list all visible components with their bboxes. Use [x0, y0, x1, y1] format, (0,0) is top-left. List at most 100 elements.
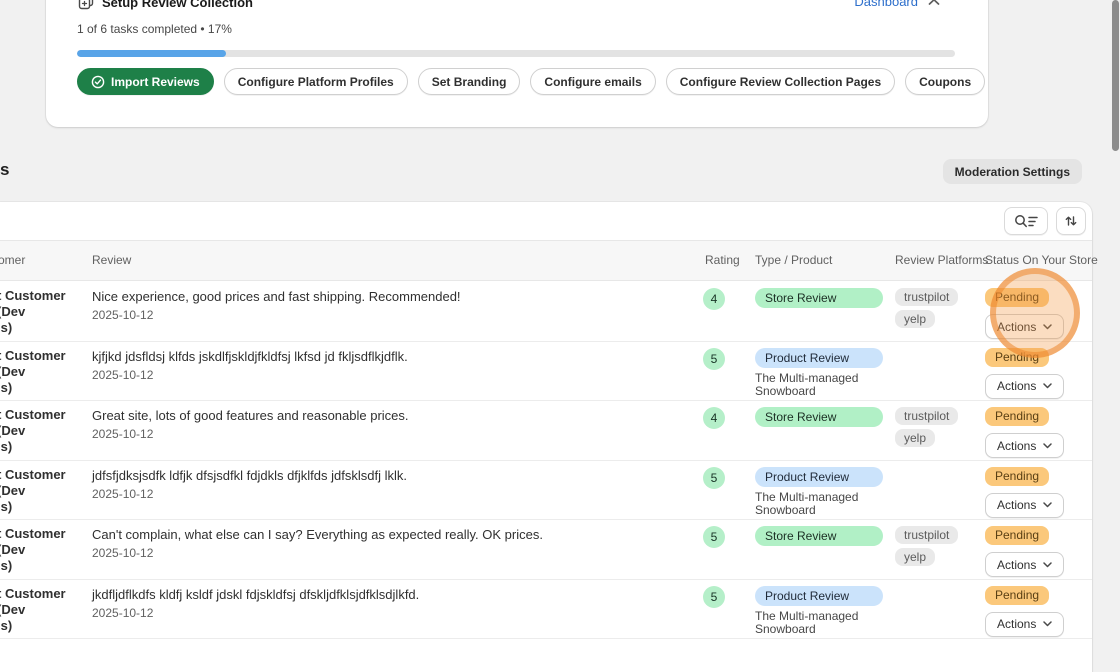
customer-cell: t Customer (Dev ls) @quillmedia.co.uk [0, 342, 86, 401]
table-row: t Customer (Dev ls) @quillmedia.co.uk kj… [0, 342, 1092, 402]
configure-review-collection-pages-button[interactable]: Configure Review Collection Pages [666, 68, 895, 95]
platform-badge: yelp [895, 429, 935, 447]
actions-button[interactable]: Actions [985, 493, 1064, 518]
actions-button-label: Actions [997, 558, 1036, 572]
status-cell: Pending Actions [985, 586, 1085, 637]
platform-badge: trustpilot [895, 288, 958, 306]
actions-button[interactable]: Actions [985, 552, 1064, 577]
customer-name-line2: ls) [0, 380, 86, 396]
type-product-cell: Store Review [755, 288, 890, 308]
customer-name-line1: t Customer (Dev [0, 407, 86, 439]
review-cell: Great site, lots of good features and re… [92, 401, 692, 441]
type-product-cell: Store Review [755, 526, 890, 546]
customer-name-line2: ls) [0, 558, 86, 574]
customer-cell: t Customer (Dev ls) @quillmedia.co.uk [0, 282, 86, 341]
chevron-down-icon [1043, 621, 1052, 627]
customer-name-line2: ls) [0, 320, 86, 336]
rating-cell: 5 [703, 467, 725, 489]
configure-platform-profiles-button[interactable]: Configure Platform Profiles [224, 68, 408, 95]
customer-email: @quillmedia.co.uk [0, 339, 86, 341]
review-type-badge: Store Review [755, 407, 883, 427]
actions-button-label: Actions [997, 498, 1036, 512]
setup-progress-text: 1 of 6 tasks completed • 17% [77, 22, 232, 36]
status-badge: Pending [985, 407, 1049, 426]
platform-badge: yelp [895, 310, 935, 328]
review-type-badge: Store Review [755, 526, 883, 546]
table-row: t Customer (Dev ls) @quillmedia.co.uk Gr… [0, 401, 1092, 461]
customer-cell: t Customer (Dev ls) @quillmedia.co.uk [0, 520, 86, 579]
actions-button[interactable]: Actions [985, 612, 1064, 637]
type-product-cell: Product Review The Multi-managed Snowboa… [755, 348, 890, 399]
chevron-down-icon [1043, 324, 1052, 330]
status-badge: Pending [985, 467, 1049, 486]
status-cell: Pending Actions [985, 288, 1085, 339]
vertical-scrollbar-thumb[interactable] [1112, 0, 1119, 151]
table-row: t Customer (Dev ls) @quillmedia.co.uk jd… [0, 461, 1092, 521]
sort-button[interactable] [1056, 207, 1086, 235]
type-product-cell: Product Review The Multi-managed Snowboa… [755, 467, 890, 518]
status-cell: Pending Actions [985, 407, 1085, 458]
review-cell: kjfjkd jdsfldsj klfds jskdlfjskldjfkldfs… [92, 342, 692, 382]
review-text: Nice experience, good prices and fast sh… [92, 289, 692, 304]
customer-email: @quillmedia.co.uk [0, 518, 86, 520]
review-date: 2025-10-12 [92, 546, 692, 560]
actions-button-label: Actions [997, 439, 1036, 453]
review-cell: Can't complain, what else can I say? Eve… [92, 520, 692, 560]
status-badge: Pending [985, 348, 1049, 367]
actions-button[interactable]: Actions [985, 314, 1064, 339]
column-header-review-platforms: Review Platforms [895, 241, 988, 280]
actions-button-label: Actions [997, 617, 1036, 631]
dashboard-link[interactable]: Dashboard [854, 0, 940, 9]
rating-cell: 5 [703, 586, 725, 608]
column-header-status: Status On Your Store [985, 241, 1098, 280]
product-name: The Multi-managed Snowboard [755, 491, 875, 518]
chevron-up-icon [928, 0, 940, 6]
rating-cell: 4 [703, 407, 725, 429]
coupons-button[interactable]: Coupons [905, 68, 985, 95]
table-body: t Customer (Dev ls) @quillmedia.co.uk Ni… [0, 282, 1092, 639]
search-filter-icon [1014, 214, 1038, 229]
status-cell: Pending Actions [985, 467, 1085, 518]
review-text: jdfsfjdksjsdfk ldfjk dfsjsdfkl fdjdkls d… [92, 468, 692, 483]
customer-name-line1: t Customer (Dev [0, 586, 86, 618]
review-text: Can't complain, what else can I say? Eve… [92, 527, 692, 542]
customer-cell: t Customer (Dev ls) @quillmedia.co.uk [0, 580, 86, 639]
customer-email: @quillmedia.co.uk [0, 399, 86, 401]
search-filter-button[interactable] [1004, 207, 1048, 235]
review-text: Great site, lots of good features and re… [92, 408, 692, 423]
setup-review-collection-card: Setup Review Collection Dashboard 1 of 6… [46, 0, 988, 127]
status-cell: Pending Actions [985, 526, 1085, 577]
customer-cell: t Customer (Dev ls) @quillmedia.co.uk [0, 401, 86, 460]
column-header-customer: omer [0, 241, 25, 280]
rating-badge: 4 [703, 288, 725, 310]
setup-progress-fill [77, 50, 226, 57]
table-row: t Customer (Dev ls) @quillmedia.co.uk Ca… [0, 520, 1092, 580]
configure-emails-button[interactable]: Configure emails [530, 68, 655, 95]
chevron-down-icon [1043, 383, 1052, 389]
status-badge: Pending [985, 526, 1049, 545]
actions-button[interactable]: Actions [985, 433, 1064, 458]
moderation-settings-button[interactable]: Moderation Settings [943, 159, 1082, 184]
customer-email: @quillmedia.co.uk [0, 577, 86, 579]
review-type-badge: Product Review [755, 348, 883, 368]
actions-button[interactable]: Actions [985, 374, 1064, 399]
setup-progress-bar [77, 50, 955, 57]
import-reviews-button[interactable]: Import Reviews [77, 68, 214, 95]
reviews-page-title-fragment: s [0, 160, 9, 180]
status-badge: Pending [985, 288, 1049, 307]
set-branding-button[interactable]: Set Branding [418, 68, 521, 95]
column-header-rating: Rating [705, 241, 740, 280]
collections-icon [78, 0, 94, 10]
status-badge: Pending [985, 586, 1049, 605]
customer-name-line1: t Customer (Dev [0, 288, 86, 320]
review-type-badge: Product Review [755, 586, 883, 606]
column-header-type-product: Type / Product [755, 241, 832, 280]
type-product-cell: Store Review [755, 407, 890, 427]
customer-cell: t Customer (Dev ls) @quillmedia.co.uk [0, 461, 86, 520]
review-date: 2025-10-12 [92, 308, 692, 322]
rating-badge: 5 [703, 348, 725, 370]
review-type-badge: Product Review [755, 467, 883, 487]
rating-badge: 4 [703, 407, 725, 429]
customer-email: @quillmedia.co.uk [0, 458, 86, 460]
review-date: 2025-10-12 [92, 368, 692, 382]
